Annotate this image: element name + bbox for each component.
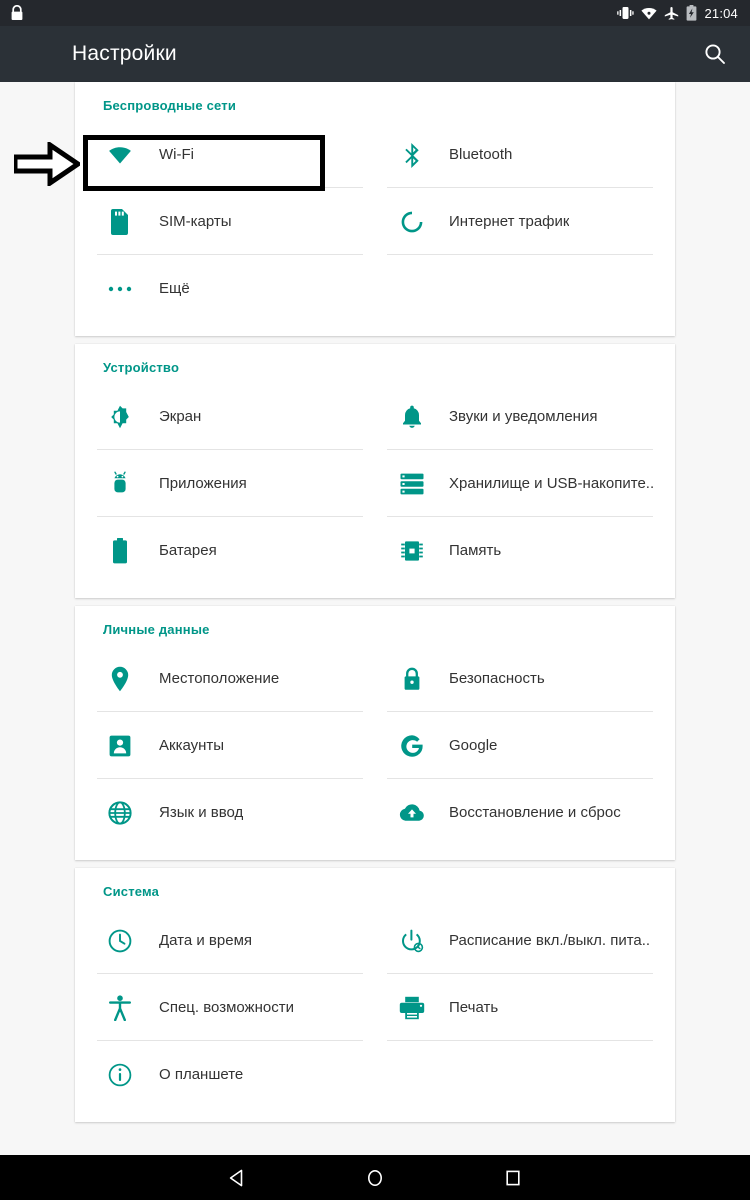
settings-item-label: Расписание вкл./выкл. пита.. (449, 932, 651, 949)
settings-item-about-tablet[interactable]: О планшете (97, 1041, 375, 1108)
settings-item-label: Безопасность (449, 670, 545, 687)
page-title: Настройки (72, 42, 177, 65)
settings-item-print[interactable]: Печать (375, 974, 653, 1041)
settings-item-apps[interactable]: Приложения (97, 450, 375, 517)
settings-item-accessibility[interactable]: Спец. возможности (97, 974, 375, 1041)
section-items-personal: Местоположение Безопасность Аккаунты Goo… (75, 645, 675, 860)
printer-icon (389, 996, 435, 1020)
android-settings-screen: 21:04 Настройки Беспроводные сети Wi-Fi … (0, 0, 750, 1200)
bell-icon (389, 405, 435, 429)
settings-item-label: Восстановление и сброс (449, 804, 621, 821)
storage-icon (389, 473, 435, 495)
settings-item-battery[interactable]: Батарея (97, 517, 375, 584)
account-icon (97, 735, 143, 757)
settings-item-label: Язык и ввод (159, 804, 244, 821)
settings-item-label: Печать (449, 999, 499, 1016)
app-bar: Настройки (0, 26, 750, 82)
settings-item-date-time[interactable]: Дата и время (97, 907, 375, 974)
settings-item-display[interactable]: Экран (97, 383, 375, 450)
settings-item-label: Звуки и уведомления (449, 408, 598, 425)
settings-row-spacer (375, 255, 653, 322)
settings-item-location[interactable]: Местоположение (97, 645, 375, 712)
settings-item-label: SIM-карты (159, 213, 232, 230)
status-bar-clock: 21:04 (704, 5, 738, 21)
status-bar: 21:04 (0, 0, 750, 26)
settings-item-label: Спец. возможности (159, 999, 294, 1016)
lock-icon (10, 5, 24, 21)
settings-item-power-schedule[interactable]: Расписание вкл./выкл. пита.. (375, 907, 653, 974)
settings-item-label: Bluetooth (449, 146, 513, 163)
settings-item-label: Интернет трафик (449, 213, 570, 230)
settings-item-label: Местоположение (159, 670, 280, 687)
settings-card-device: Устройство Экран Звуки и уведомления При… (75, 344, 675, 598)
memory-chip-icon (389, 539, 435, 563)
globe-icon (97, 800, 143, 825)
settings-item-wifi[interactable]: Wi-Fi (97, 121, 375, 188)
wifi-icon (641, 7, 658, 20)
settings-item-label: Дата и время (159, 932, 253, 949)
brightness-icon (97, 405, 143, 429)
section-title-wireless: Беспроводные сети (103, 98, 237, 113)
vibrate-icon (617, 6, 635, 20)
settings-item-sound-notifications[interactable]: Звуки и уведомления (375, 383, 653, 450)
settings-item-label: О планшете (159, 1066, 244, 1083)
section-items-device: Экран Звуки и уведомления Приложения Хра… (75, 383, 675, 598)
settings-item-bluetooth[interactable]: Bluetooth (375, 121, 653, 188)
info-icon (97, 1063, 143, 1087)
settings-card-wireless: Беспроводные сети Wi-Fi Bluetooth SIM-ка… (75, 82, 675, 336)
section-items-wireless: Wi-Fi Bluetooth SIM-карты Интернет трафи… (75, 121, 675, 336)
right-arrow-annotation (12, 140, 83, 191)
navigation-bar (0, 1155, 750, 1200)
back-triangle-icon[interactable] (227, 1168, 247, 1188)
settings-row-spacer (375, 1041, 653, 1108)
battery-charging-icon (686, 5, 697, 21)
settings-item-language-input[interactable]: Язык и ввод (97, 779, 375, 846)
settings-card-personal: Личные данные Местоположение Безопасност… (75, 606, 675, 860)
settings-item-label: Хранилище и USB-накопите.. (449, 475, 653, 492)
lock-icon (389, 667, 435, 691)
recents-square-icon[interactable] (503, 1168, 523, 1188)
home-circle-icon[interactable] (365, 1168, 385, 1188)
settings-item-label: Батарея (159, 542, 217, 559)
settings-item-label: Приложения (159, 475, 247, 492)
settings-card-system: Система Дата и время Расписание вкл./вык… (75, 868, 675, 1122)
section-title-device: Устройство (103, 360, 180, 375)
settings-item-label: Аккаунты (159, 737, 225, 754)
clock-icon (97, 929, 143, 953)
settings-item-more[interactable]: Ещё (97, 255, 375, 322)
data-usage-icon (389, 210, 435, 234)
settings-list[interactable]: Беспроводные сети Wi-Fi Bluetooth SIM-ка… (0, 82, 750, 1155)
battery-icon (97, 537, 143, 564)
settings-item-storage-usb[interactable]: Хранилище и USB-накопите.. (375, 450, 653, 517)
settings-item-google[interactable]: Google (375, 712, 653, 779)
section-title-system: Система (103, 884, 160, 899)
power-schedule-icon (389, 929, 435, 953)
settings-item-label: Экран (159, 408, 202, 425)
settings-item-label: Память (449, 542, 502, 559)
settings-item-backup-reset[interactable]: Восстановление и сброс (375, 779, 653, 846)
more-horizontal-icon (97, 285, 143, 293)
section-items-system: Дата и время Расписание вкл./выкл. пита.… (75, 907, 675, 1122)
search-icon[interactable] (702, 41, 728, 67)
settings-item-label: Wi-Fi (159, 146, 194, 163)
settings-item-accounts[interactable]: Аккаунты (97, 712, 375, 779)
accessibility-icon (97, 994, 143, 1021)
backup-cloud-icon (389, 803, 435, 823)
google-g-icon (389, 733, 435, 759)
settings-item-label: Ещё (159, 280, 190, 297)
settings-item-label: Google (449, 737, 498, 754)
settings-item-memory[interactable]: Память (375, 517, 653, 584)
status-icons: 21:04 (617, 5, 738, 21)
section-title-personal: Личные данные (103, 622, 210, 637)
settings-item-security[interactable]: Безопасность (375, 645, 653, 712)
android-robot-icon (97, 471, 143, 497)
sim-card-icon (97, 208, 143, 235)
bluetooth-icon (389, 142, 435, 168)
airplane-mode-icon (664, 6, 679, 20)
wifi-icon (97, 144, 143, 166)
settings-item-data-usage[interactable]: Интернет трафик (375, 188, 653, 255)
settings-item-sim-cards[interactable]: SIM-карты (97, 188, 375, 255)
location-pin-icon (97, 666, 143, 692)
